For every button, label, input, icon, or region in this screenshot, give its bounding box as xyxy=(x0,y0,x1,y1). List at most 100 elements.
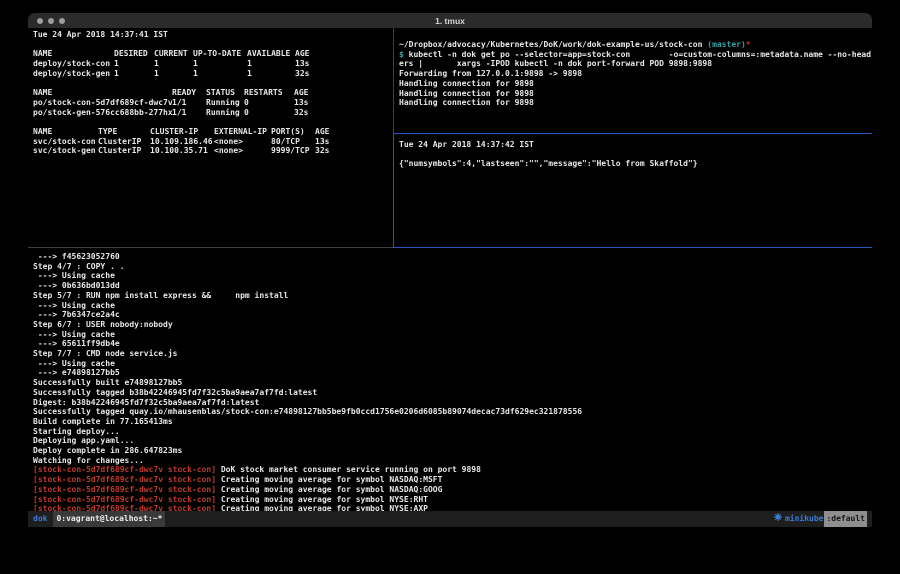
terminal-line: Handling connection for 9898 xyxy=(399,98,872,108)
terminal-line: ---> Using cache xyxy=(33,271,872,281)
table-cell: Running xyxy=(206,98,244,108)
terminal-line: Handling connection for 9898 xyxy=(399,89,872,99)
pane-json-output-active[interactable]: Tue 24 Apr 2018 14:37:42 IST{"numsymbols… xyxy=(394,134,872,247)
table-cell: 1 xyxy=(114,59,154,69)
table-header-row: NAMEREADYSTATUSRESTARTSAGE xyxy=(33,88,393,98)
tmux-terminal-window: 1. tmux Tue 24 Apr 2018 14:37:41 IST NAM… xyxy=(28,13,872,527)
column-header: AVAILABLE xyxy=(247,49,295,59)
deployments-table: NAMEDESIREDCURRENTUP-TO-DATEAVAILABLEAGE… xyxy=(33,49,393,78)
terminal-line: ---> e74898127bb5 xyxy=(33,368,872,378)
pane-port-forward-shell[interactable]: ~/Dropbox/advocacy/Kubernetes/DoK/work/d… xyxy=(394,28,872,133)
terminal-line: Step 7/7 : CMD node service.js xyxy=(33,349,872,359)
window-titlebar[interactable]: 1. tmux xyxy=(28,13,872,28)
terminal-line: {"numsymbols":4,"lastseen":"","message":… xyxy=(399,159,872,169)
column-header: TYPE xyxy=(98,127,150,137)
column-header: AGE xyxy=(295,49,393,59)
table-cell: 80/TCP xyxy=(271,137,315,147)
terminal-line: Step 4/7 : COPY . . xyxy=(33,262,872,272)
terminal-line: [stock-con-5d7df689cf-dwc7v stock-con] D… xyxy=(33,465,872,475)
table-cell: po/stock-con-5d7df689cf-dwc7v xyxy=(33,98,172,108)
table-cell: 1/1 xyxy=(172,98,206,108)
terminal-line: Deploy complete in 286.647823ms xyxy=(33,446,872,456)
terminal-line: ---> Using cache xyxy=(33,301,872,311)
terminal-line: ---> f45623052760 xyxy=(33,252,872,262)
table-cell: 13s xyxy=(315,137,393,147)
column-header: NAME xyxy=(33,49,114,59)
table-cell: 1 xyxy=(193,59,247,69)
table-cell: 13s xyxy=(294,98,393,108)
table-cell: deploy/stock-gen xyxy=(33,69,114,79)
table-cell: 10.100.35.71 xyxy=(150,146,214,156)
table-cell: 1 xyxy=(154,69,193,79)
column-header: NAME xyxy=(33,127,98,137)
table-cell: <none> xyxy=(214,137,271,147)
terminal-line: Successfully built e74898127bb5 xyxy=(33,378,872,388)
table-cell: 1 xyxy=(247,59,295,69)
table-cell: ClusterIP xyxy=(98,146,150,156)
terminal-line: ers | xargs -IPOD kubectl -n dok port-fo… xyxy=(399,59,872,69)
terminal-line: Successfully tagged b38b42246945fd7f32c5… xyxy=(33,388,872,398)
tmux-window-item[interactable]: 0:vagrant@localhost:~* xyxy=(53,511,165,527)
table-cell: 0 xyxy=(244,108,294,118)
services-table: NAMETYPECLUSTER-IPEXTERNAL-IPPORT(S)AGEs… xyxy=(33,127,393,156)
kube-context-name: minikube xyxy=(785,511,824,527)
column-header: PORT(S) xyxy=(271,127,315,137)
kube-context-indicator: minikube :default xyxy=(774,511,867,527)
terminal-line: Digest: b38b42246945fd7f32c5ba9aea7af7fd… xyxy=(33,398,872,408)
kubernetes-helm-icon xyxy=(774,511,782,527)
terminal-line: Deploying app.yaml... xyxy=(33,436,872,446)
table-header-row: NAMETYPECLUSTER-IPEXTERNAL-IPPORT(S)AGE xyxy=(33,127,393,137)
table-cell: 13s xyxy=(295,59,393,69)
table-cell: ClusterIP xyxy=(98,137,150,147)
table-cell: <none> xyxy=(214,146,271,156)
pane-build-log[interactable]: ---> f45623052760Step 4/7 : COPY . . ---… xyxy=(28,248,872,511)
table-cell: Running xyxy=(206,108,244,118)
table-row: deploy/stock-con111113s xyxy=(33,59,393,69)
column-header: EXTERNAL-IP xyxy=(214,127,271,137)
column-header: NAME xyxy=(33,88,172,98)
column-header: CURRENT xyxy=(154,49,193,59)
table-cell: 0 xyxy=(244,98,294,108)
terminal-line: Starting deploy... xyxy=(33,427,872,437)
terminal-line: $ kubectl -n dok get po --selector=app=s… xyxy=(399,50,872,60)
terminal-line: ~/Dropbox/advocacy/Kubernetes/DoK/work/d… xyxy=(399,40,872,50)
table-cell: 32s xyxy=(294,108,393,118)
table-cell: po/stock-gen-576cc688bb-277hx xyxy=(33,108,172,118)
terminal-line: Successfully tagged quay.io/mhausenblas/… xyxy=(33,407,872,417)
terminal-line: [stock-con-5d7df689cf-dwc7v stock-con] C… xyxy=(33,495,872,505)
table-cell: 1 xyxy=(154,59,193,69)
terminal-line: Step 6/7 : USER nobody:nobody xyxy=(33,320,872,330)
tmux-status-bar: dok 0:vagrant@localhost:~* minikube :def… xyxy=(28,511,872,527)
column-header: DESIRED xyxy=(114,49,154,59)
tmux-session-name: dok xyxy=(33,511,47,527)
column-header: UP-TO-DATE xyxy=(193,49,247,59)
table-cell: 10.109.186.46 xyxy=(150,137,214,147)
terminal-line: [stock-con-5d7df689cf-dwc7v stock-con] C… xyxy=(33,485,872,495)
terminal-line: Step 5/7 : RUN npm install express && np… xyxy=(33,291,872,301)
table-cell: svc/stock-gen xyxy=(33,146,98,156)
terminal-line: Handling connection for 9898 xyxy=(399,79,872,89)
table-cell: 9999/TCP xyxy=(271,146,315,156)
column-header: AGE xyxy=(315,127,393,137)
column-header: STATUS xyxy=(206,88,244,98)
table-cell: svc/stock-con xyxy=(33,137,98,147)
table-cell: 1 xyxy=(247,69,295,79)
column-header: READY xyxy=(172,88,206,98)
table-row: deploy/stock-gen111132s xyxy=(33,69,393,79)
timestamp: Tue 24 Apr 2018 14:37:41 IST xyxy=(33,30,393,40)
pane-kubectl-watch[interactable]: Tue 24 Apr 2018 14:37:41 IST NAMEDESIRED… xyxy=(28,28,393,247)
terminal-line: ---> 65611ff9db4e xyxy=(33,339,872,349)
table-row: svc/stock-genClusterIP10.100.35.71<none>… xyxy=(33,146,393,156)
terminal-line: ---> Using cache xyxy=(33,359,872,369)
table-row: po/stock-gen-576cc688bb-277hx1/1Running0… xyxy=(33,108,393,118)
terminal-line: ---> Using cache xyxy=(33,330,872,340)
terminal-line: ---> 7b6347ce2a4c xyxy=(33,310,872,320)
kube-context-namespace: :default xyxy=(824,511,867,527)
table-row: svc/stock-conClusterIP10.109.186.46<none… xyxy=(33,137,393,147)
window-title: 1. tmux xyxy=(28,16,872,26)
terminal-line: Forwarding from 127.0.0.1:9898 -> 9898 xyxy=(399,69,872,79)
column-header: CLUSTER-IP xyxy=(150,127,214,137)
table-cell: 1 xyxy=(193,69,247,79)
table-cell: 1 xyxy=(114,69,154,79)
column-header: AGE xyxy=(294,88,393,98)
